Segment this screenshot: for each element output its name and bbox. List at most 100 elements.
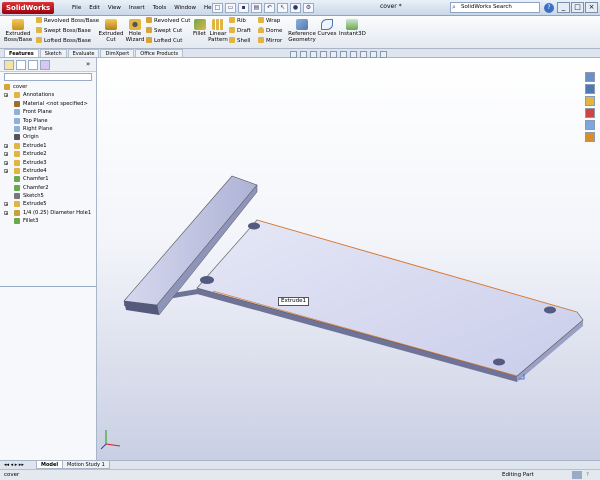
extruded-cut-button[interactable]: Extruded Cut (98, 19, 124, 43)
hole-wizard-button[interactable]: Hole Wizard (124, 19, 146, 43)
reference-geometry-button[interactable]: Reference Geometry (287, 19, 317, 43)
curves-button[interactable]: Curves (317, 19, 337, 37)
open-folder-icon[interactable]: ▭ (225, 3, 236, 13)
appearances-icon[interactable] (585, 132, 595, 142)
expand-toggle-icon[interactable]: + (4, 210, 8, 215)
view-orientation-icon[interactable] (330, 51, 337, 58)
save-icon[interactable]: ▪ (238, 3, 249, 13)
linear-pattern-button[interactable]: Linear Pattern (208, 19, 228, 43)
options-icon[interactable]: ⚙ (303, 3, 314, 13)
rib-button[interactable]: Rib (229, 17, 246, 25)
expand-toggle-icon[interactable]: + (4, 93, 8, 98)
tree-filter-input[interactable] (4, 73, 92, 81)
close-button[interactable]: × (585, 2, 598, 13)
property-manager-tab-icon[interactable] (16, 60, 26, 70)
section-view-icon[interactable] (320, 51, 327, 58)
previous-view-icon[interactable] (310, 51, 317, 58)
swept-cut-button[interactable]: Swept Cut (146, 27, 182, 35)
tab-features[interactable]: Features (4, 49, 39, 57)
tree-item[interactable]: Material <not specified> (0, 100, 97, 108)
expand-toggle-icon[interactable]: + (4, 168, 8, 173)
tree-item[interactable]: + Extrude4 (0, 167, 97, 175)
instant3d-button[interactable]: Instant3D (339, 19, 366, 37)
expand-toggle-icon[interactable]: + (4, 143, 8, 148)
wrap-button[interactable]: Wrap (258, 17, 280, 25)
mirror-button[interactable]: Mirror (258, 37, 282, 45)
menu-tools[interactable]: Tools (149, 3, 171, 13)
apply-scene-icon[interactable] (370, 51, 377, 58)
tree-item[interactable]: Fillet3 (0, 217, 97, 225)
maximize-button[interactable]: □ (571, 2, 584, 13)
menu-edit[interactable]: Edit (85, 3, 104, 13)
graphics-area[interactable]: Extrude1 (97, 58, 600, 460)
tree-item[interactable]: + Extrude1 (0, 142, 97, 150)
panel-divider[interactable] (0, 286, 97, 287)
zoom-to-area-icon[interactable] (300, 51, 307, 58)
select-arrow-icon[interactable]: ↖ (277, 3, 288, 13)
view-palette-icon[interactable] (585, 120, 595, 130)
configuration-manager-tab-icon[interactable] (28, 60, 38, 70)
tab-motion-study-1[interactable]: Motion Study 1 (62, 461, 110, 469)
zoom-to-fit-icon[interactable] (290, 51, 297, 58)
tree-item[interactable]: Chamfer2 (0, 184, 97, 192)
tree-item[interactable]: + Extrude2 (0, 150, 97, 158)
undo-icon[interactable]: ↶ (264, 3, 275, 13)
draft-button[interactable]: Draft (229, 27, 251, 35)
hole-3[interactable] (544, 306, 556, 314)
tree-item[interactable]: Front Plane (0, 108, 97, 116)
tab-dimxpert[interactable]: DimXpert (100, 49, 135, 57)
swept-boss-button[interactable]: Swept Boss/Base (36, 27, 91, 35)
search-input[interactable]: ⌕ SolidWorks Search (450, 2, 540, 13)
menu-window[interactable]: Window (170, 3, 200, 13)
tab-scroll-icon[interactable]: ◂◂ ◂ ▸ ▸▸ (4, 461, 24, 469)
lofted-boss-button[interactable]: Lofted Boss/Base (36, 37, 91, 45)
panel-expand-icon[interactable]: » (86, 60, 90, 68)
help-icon[interactable]: ? (544, 3, 554, 13)
tree-item[interactable]: cover (0, 83, 97, 91)
feature-manager-tab-icon[interactable] (4, 60, 14, 70)
expand-toggle-icon[interactable]: + (4, 160, 8, 165)
revolved-cut-button[interactable]: Revolved Cut (146, 17, 190, 25)
design-library-icon[interactable] (585, 84, 595, 94)
tab-sketch[interactable]: Sketch (39, 49, 67, 57)
hole-4[interactable] (493, 358, 505, 366)
tree-item[interactable]: Right Plane (0, 125, 97, 133)
shell-button[interactable]: Shell (229, 37, 250, 45)
hole-1[interactable] (200, 276, 214, 284)
display-style-icon[interactable] (340, 51, 347, 58)
tab-office-products[interactable]: Office Products (135, 49, 184, 57)
status-options-icon[interactable] (572, 471, 582, 479)
part-model[interactable] (97, 58, 600, 460)
rebuild-icon[interactable]: ● (290, 3, 301, 13)
minimize-button[interactable]: _ (557, 2, 570, 13)
edit-appearance-icon[interactable] (360, 51, 367, 58)
menu-file[interactable]: File (68, 3, 85, 13)
tree-item[interactable]: Chamfer1 (0, 175, 97, 183)
tab-model[interactable]: Model (36, 461, 64, 469)
tab-evaluate[interactable]: Evaluate (67, 49, 100, 57)
hole-2[interactable] (248, 222, 260, 230)
print-icon[interactable]: ▤ (251, 3, 262, 13)
plate-top-face[interactable] (196, 219, 584, 377)
menu-view[interactable]: View (104, 3, 125, 13)
help-status-icon[interactable]: ? (586, 471, 589, 480)
expand-toggle-icon[interactable]: + (4, 152, 8, 157)
tree-item[interactable]: + Extrude3 (0, 159, 97, 167)
new-document-icon[interactable]: □ (212, 3, 223, 13)
solidworks-logo[interactable]: SolidWorks (2, 2, 55, 14)
expand-toggle-icon[interactable]: + (4, 202, 8, 207)
hide-show-items-icon[interactable] (350, 51, 357, 58)
tree-item[interactable]: +1/4 (0.25) Diameter Hole1 (0, 209, 97, 217)
dimxpert-manager-tab-icon[interactable] (40, 60, 50, 70)
tree-item[interactable]: Sketch5 (0, 192, 97, 200)
dome-button[interactable]: Dome (258, 27, 282, 35)
tree-item[interactable]: Top Plane (0, 117, 97, 125)
menu-insert[interactable]: Insert (125, 3, 149, 13)
tree-item[interactable]: Origin (0, 133, 97, 141)
extruded-boss-button[interactable]: Extruded Boss/Base (4, 19, 32, 43)
solidworks-resources-icon[interactable] (585, 72, 595, 82)
search-results-icon[interactable] (585, 108, 595, 118)
tree-item[interactable]: + Annotations (0, 91, 97, 99)
revolved-boss-button[interactable]: Revolved Boss/Base (36, 17, 99, 25)
view-settings-icon[interactable] (380, 51, 387, 58)
